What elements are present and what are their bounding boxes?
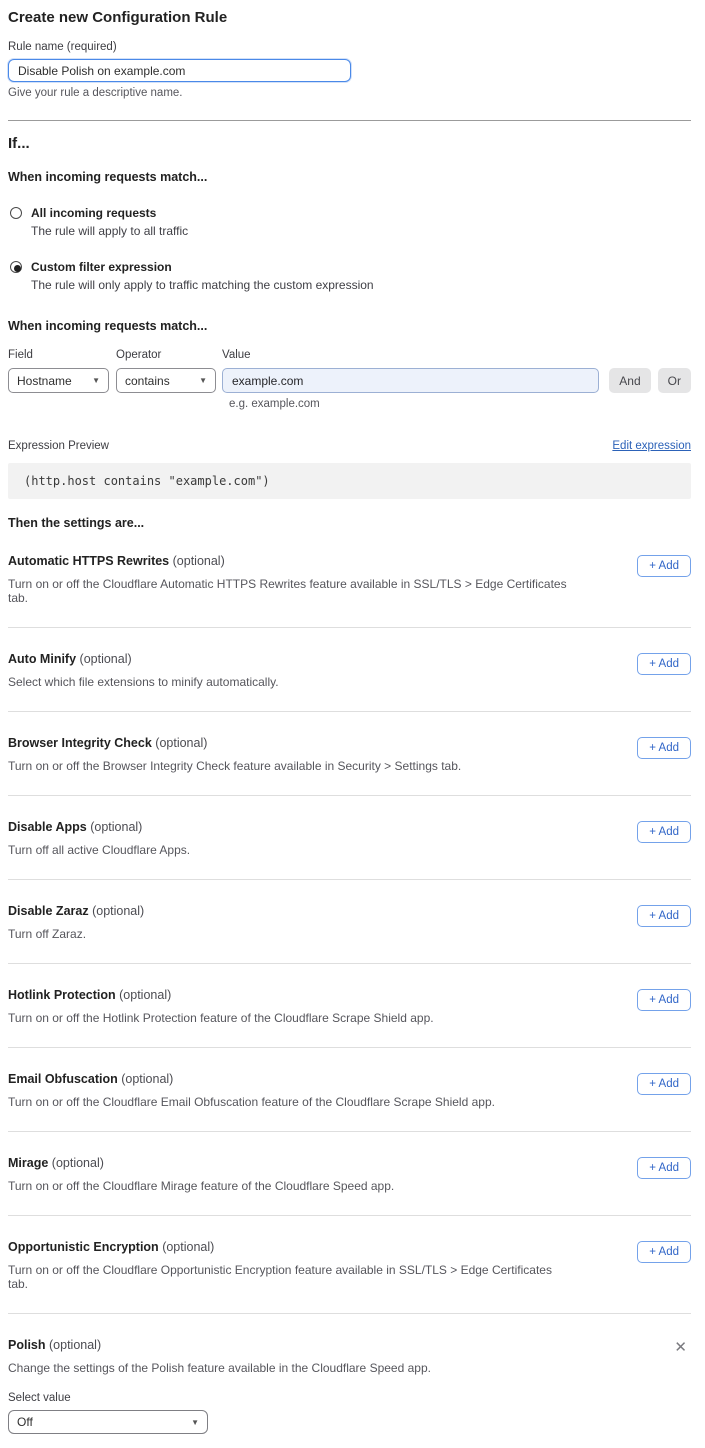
radio-option-custom-expression[interactable]: Custom filter expression The rule will o…: [8, 260, 691, 292]
setting-description: Turn on or off the Browser Integrity Che…: [8, 759, 461, 773]
operator-select-value: contains: [125, 374, 170, 388]
radio-label: Custom filter expression: [31, 260, 374, 275]
edit-expression-link[interactable]: Edit expression: [612, 440, 691, 452]
setting-title: Auto Minify (optional): [8, 652, 279, 666]
configuration-rule-form: Create new Configuration Rule Rule name …: [0, 0, 705, 1448]
add-button[interactable]: + Add: [637, 905, 691, 927]
setting-title: Hotlink Protection (optional): [8, 988, 434, 1002]
setting-description: Turn on or off the Cloudflare Opportunis…: [8, 1263, 568, 1291]
if-heading: If...: [8, 135, 691, 152]
setting-item-browser-integrity-check: Browser Integrity Check (optional) Turn …: [8, 712, 691, 795]
or-button[interactable]: Or: [658, 368, 691, 393]
setting-description: Turn on or off the Hotlink Protection fe…: [8, 1011, 434, 1025]
add-button[interactable]: + Add: [637, 1241, 691, 1263]
chevron-down-icon: ▼: [199, 376, 207, 385]
value-helper: e.g. example.com: [229, 398, 691, 410]
add-button[interactable]: + Add: [637, 653, 691, 675]
rule-name-label: Rule name (required): [8, 41, 691, 53]
setting-description: Turn on or off the Cloudflare Mirage fea…: [8, 1179, 394, 1193]
add-button[interactable]: + Add: [637, 1157, 691, 1179]
setting-description: Turn on or off the Cloudflare Automatic …: [8, 577, 568, 605]
field-label: Field: [8, 349, 116, 361]
add-button[interactable]: + Add: [637, 821, 691, 843]
radio-description: The rule will only apply to traffic matc…: [31, 278, 374, 292]
radio-option-all-incoming[interactable]: All incoming requests The rule will appl…: [8, 206, 691, 238]
field-select[interactable]: Hostname ▼: [8, 368, 109, 393]
section-divider: [8, 120, 691, 121]
setting-item-disable-zaraz: Disable Zaraz (optional) Turn off Zaraz.…: [8, 880, 691, 963]
operator-label: Operator: [116, 349, 222, 361]
match-heading: When incoming requests match...: [8, 170, 691, 184]
page-title: Create new Configuration Rule: [8, 9, 691, 26]
setting-title: Email Obfuscation (optional): [8, 1072, 495, 1086]
chevron-down-icon: ▼: [92, 376, 100, 385]
then-settings-heading: Then the settings are...: [8, 516, 691, 530]
setting-title: Mirage (optional): [8, 1156, 394, 1170]
setting-title: Disable Zaraz (optional): [8, 904, 144, 918]
radio-description: The rule will apply to all traffic: [31, 224, 188, 238]
setting-title: Disable Apps (optional): [8, 820, 190, 834]
polish-value-select[interactable]: Off ▼: [8, 1410, 208, 1434]
builder-heading: When incoming requests match...: [8, 319, 691, 333]
select-value-label: Select value: [8, 1392, 691, 1404]
setting-description: Turn on or off the Cloudflare Email Obfu…: [8, 1095, 495, 1109]
add-button[interactable]: + Add: [637, 1073, 691, 1095]
setting-description: Select which file extensions to minify a…: [8, 675, 279, 689]
value-input[interactable]: [222, 368, 599, 393]
expression-builder-row: Field Hostname ▼ Operator contains ▼ Val…: [8, 349, 691, 393]
polish-select-value: Off: [17, 1415, 33, 1429]
setting-item-hotlink-protection: Hotlink Protection (optional) Turn on or…: [8, 964, 691, 1047]
setting-description: Turn off all active Cloudflare Apps.: [8, 843, 190, 857]
radio-label: All incoming requests: [31, 206, 188, 221]
setting-title: Browser Integrity Check (optional): [8, 736, 461, 750]
and-button[interactable]: And: [609, 368, 650, 393]
setting-description: Change the settings of the Polish featur…: [8, 1361, 431, 1375]
operator-select[interactable]: contains ▼: [116, 368, 216, 393]
setting-title: Automatic HTTPS Rewrites (optional): [8, 554, 568, 568]
setting-description: Turn off Zaraz.: [8, 927, 144, 941]
radio-button[interactable]: [10, 207, 22, 219]
add-button[interactable]: + Add: [637, 737, 691, 759]
setting-item-email-obfuscation: Email Obfuscation (optional) Turn on or …: [8, 1048, 691, 1131]
setting-title: Opportunistic Encryption (optional): [8, 1240, 568, 1254]
close-icon[interactable]: ✕: [670, 1338, 691, 1357]
rule-name-helper: Give your rule a descriptive name.: [8, 87, 691, 99]
setting-item-disable-apps: Disable Apps (optional) Turn off all act…: [8, 796, 691, 879]
setting-item-auto-minify: Auto Minify (optional) Select which file…: [8, 628, 691, 711]
expression-preview-code: (http.host contains "example.com"): [8, 463, 691, 499]
setting-item-mirage: Mirage (optional) Turn on or off the Clo…: [8, 1132, 691, 1215]
setting-title: Polish (optional): [8, 1338, 431, 1352]
field-select-value: Hostname: [17, 374, 72, 388]
setting-item-opportunistic-encryption: Opportunistic Encryption (optional) Turn…: [8, 1216, 691, 1313]
rule-name-input[interactable]: [8, 59, 351, 82]
setting-item-polish: Polish (optional) Change the settings of…: [8, 1314, 691, 1434]
radio-button-selected[interactable]: [10, 261, 22, 273]
add-button[interactable]: + Add: [637, 555, 691, 577]
setting-item-automatic-https-rewrites: Automatic HTTPS Rewrites (optional) Turn…: [8, 530, 691, 627]
expression-preview-label: Expression Preview: [8, 440, 109, 452]
chevron-down-icon: ▼: [191, 1418, 199, 1427]
value-label: Value: [222, 349, 599, 361]
add-button[interactable]: + Add: [637, 989, 691, 1011]
